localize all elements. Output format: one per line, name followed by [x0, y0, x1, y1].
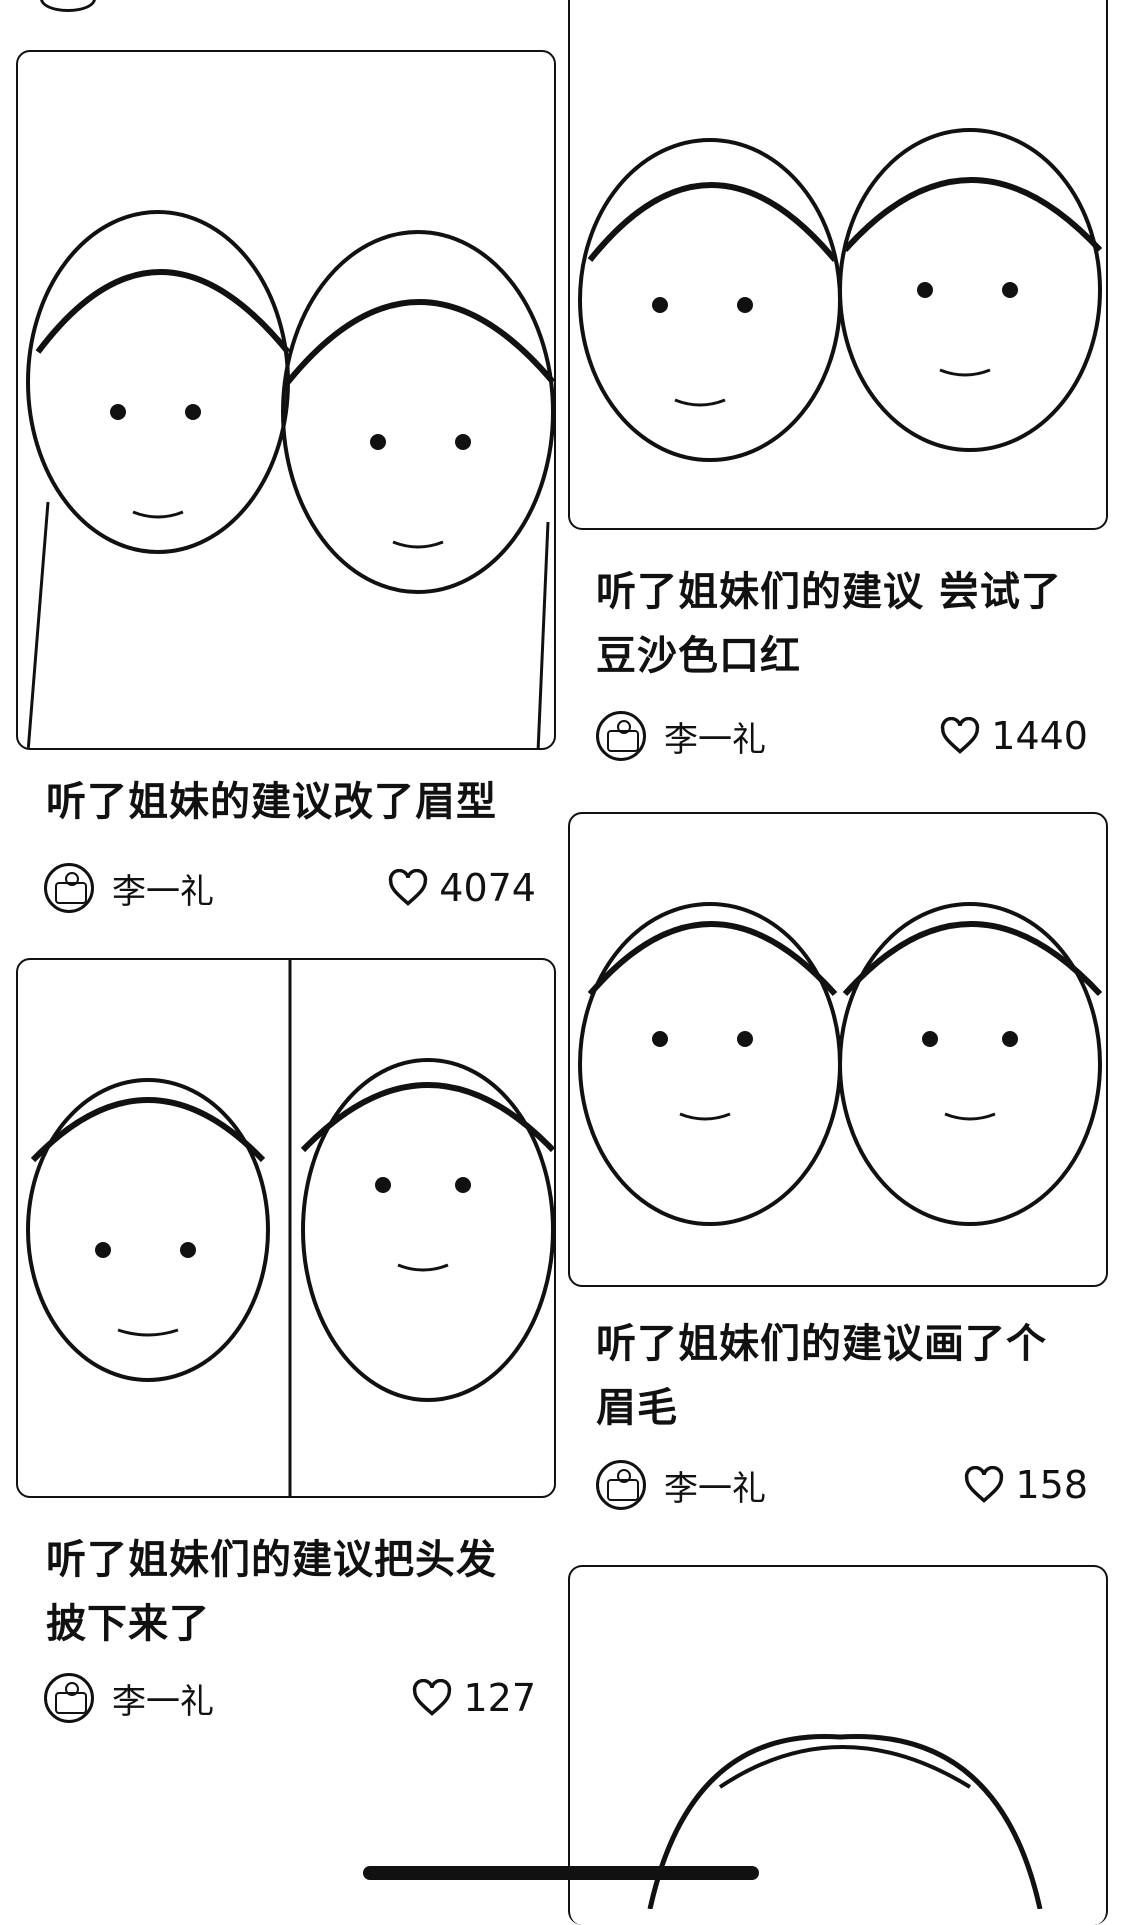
post-thumbnail[interactable] [568, 812, 1108, 1287]
feed-card[interactable]: 听了姐妹们的建议把头发披下来了 李一礼 127 [16, 958, 556, 1738]
post-thumbnail[interactable] [16, 50, 556, 750]
like-count: 158 [1015, 1463, 1088, 1507]
like-count: 1440 [991, 714, 1088, 758]
heart-icon [389, 869, 428, 906]
avatar[interactable] [596, 711, 646, 761]
post-title[interactable]: 听了姐妹的建议改了眉型 [46, 770, 546, 834]
like-button[interactable]: 4074 [387, 866, 536, 910]
post-meta: 李一礼 4074 [44, 860, 536, 916]
home-indicator[interactable] [363, 1866, 759, 1880]
heart-icon [965, 1466, 1004, 1503]
like-button[interactable]: 127 [411, 1676, 536, 1720]
feed-card[interactable]: 听了姐妹的建议改了眉型 李一礼 4074 [16, 50, 556, 913]
post-thumbnail[interactable] [568, 0, 1108, 530]
portrait-sketch [578, 128, 1103, 462]
like-count: 127 [463, 1676, 536, 1720]
author-name[interactable]: 李一礼 [664, 712, 766, 761]
post-meta: 李一礼 158 [596, 1457, 1088, 1513]
post-meta: 李一礼 1440 [596, 708, 1088, 764]
post-title[interactable]: 听了姐妹们的建议把头发披下来了 [46, 1528, 536, 1656]
author-name[interactable]: 李一礼 [112, 864, 214, 913]
post-title[interactable]: 听了姐妹们的建议 尝试了豆沙色口红 [596, 560, 1066, 688]
like-button[interactable]: 158 [963, 1463, 1088, 1507]
portrait-sketch [26, 960, 554, 1496]
feed-card[interactable]: 听了姐妹们的建议画了个眉毛 李一礼 158 [568, 812, 1108, 1532]
portrait-sketch [578, 902, 1103, 1226]
avatar[interactable] [44, 863, 94, 913]
post-title[interactable]: 听了姐妹们的建议画了个眉毛 [596, 1312, 1076, 1440]
feed-card[interactable]: 听了姐妹们的建议 尝试了豆沙色口红 李一礼 1440 [568, 0, 1108, 790]
heart-icon [413, 1679, 452, 1716]
avatar[interactable] [44, 1673, 94, 1723]
author-name[interactable]: 李一礼 [112, 1674, 214, 1723]
feed-card[interactable] [568, 1565, 1108, 1925]
top-partial-avatar [40, 0, 96, 12]
like-count: 4074 [439, 866, 536, 910]
post-thumbnail[interactable] [16, 958, 556, 1498]
like-button[interactable]: 1440 [939, 714, 1088, 758]
portrait-sketch [647, 1733, 1043, 1909]
avatar[interactable] [596, 1460, 646, 1510]
portrait-sketch [26, 210, 554, 748]
heart-icon [941, 717, 980, 754]
post-meta: 李一礼 127 [44, 1670, 536, 1726]
author-name[interactable]: 李一礼 [664, 1461, 766, 1510]
